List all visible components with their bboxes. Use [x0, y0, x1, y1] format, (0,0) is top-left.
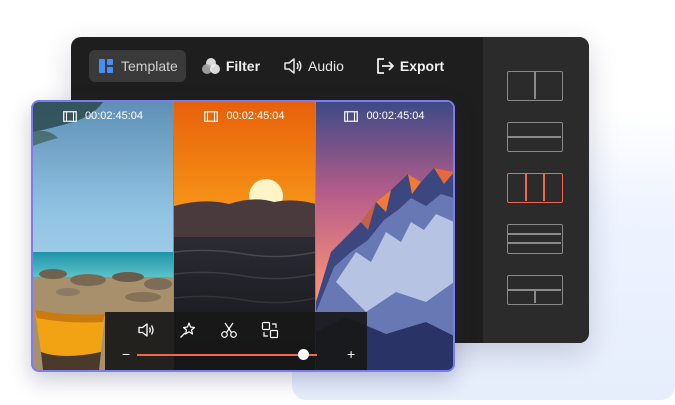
- export-label: Export: [399, 58, 445, 74]
- film-icon: [204, 110, 219, 122]
- template-icon: [95, 56, 117, 76]
- timecode-3: 00:02:45:04: [316, 110, 453, 122]
- filter-button[interactable]: Filter: [194, 50, 268, 82]
- layout-panel: [483, 37, 589, 343]
- filter-label: Filter: [225, 58, 261, 74]
- layout-three-rows[interactable]: [507, 224, 563, 254]
- volume-icon[interactable]: [137, 320, 157, 340]
- template-label: Template: [121, 58, 178, 74]
- zoom-out-button[interactable]: −: [122, 347, 130, 361]
- timecode-text: 00:02:45:04: [366, 110, 425, 122]
- film-icon: [63, 110, 77, 122]
- scissors-icon[interactable]: [219, 320, 239, 340]
- playback-controls: − +: [105, 312, 367, 370]
- export-icon: [374, 56, 396, 76]
- layout-four-grid[interactable]: [507, 275, 563, 305]
- timecode-text: 00:02:45:04: [84, 110, 144, 122]
- zoom-in-button[interactable]: +: [347, 347, 355, 361]
- film-icon: [344, 110, 359, 122]
- layout-two-rows[interactable]: [507, 122, 563, 152]
- timecode-text: 00:02:45:04: [226, 110, 285, 122]
- speaker-icon: [282, 56, 304, 76]
- audio-button[interactable]: Audio: [276, 50, 352, 82]
- layout-two-columns[interactable]: [507, 71, 563, 101]
- export-button[interactable]: Export: [368, 50, 452, 82]
- timecode-2: 00:02:45:04: [174, 110, 315, 122]
- audio-label: Audio: [308, 58, 344, 74]
- zoom-slider-track[interactable]: [137, 354, 317, 356]
- filter-icon: [200, 56, 222, 76]
- timecode-1: 00:02:45:04: [33, 110, 173, 122]
- template-button[interactable]: Template: [89, 50, 186, 82]
- control-icons: [137, 320, 301, 340]
- swap-icon[interactable]: [260, 320, 280, 340]
- toolbar: Template Filter Audio Export: [89, 50, 460, 82]
- video-preview[interactable]: 00:02:45:04 00:02:45:04 00:02:45:04 − +: [31, 100, 455, 372]
- zoom-slider-thumb[interactable]: [297, 349, 309, 360]
- magic-icon[interactable]: [178, 320, 198, 340]
- layout-three-columns[interactable]: [507, 173, 563, 203]
